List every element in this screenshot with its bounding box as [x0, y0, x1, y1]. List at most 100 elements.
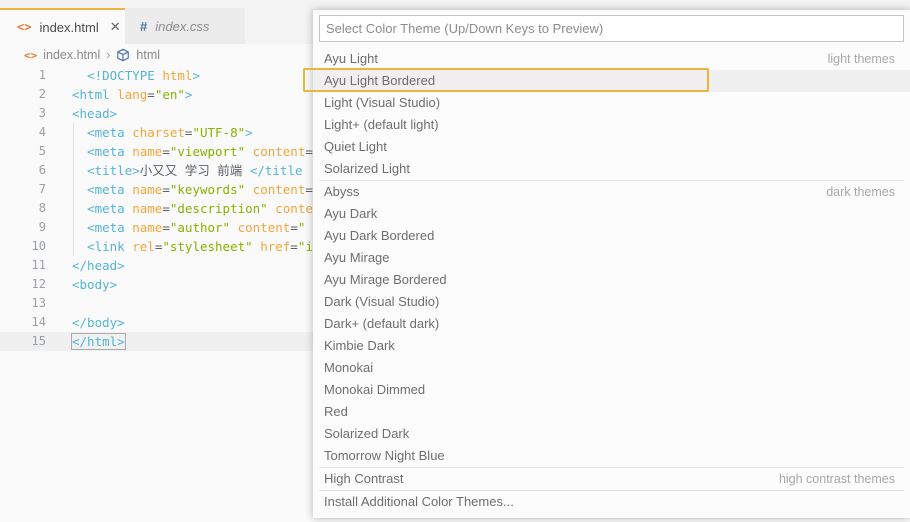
- code-text: <html lang="en">: [72, 85, 192, 104]
- theme-option[interactable]: Ayu Dark: [313, 203, 910, 225]
- code-token: charset: [132, 125, 185, 140]
- code-token: =: [162, 182, 170, 197]
- code-token: 小又又 学习 前端: [139, 163, 250, 178]
- code-token: conte: [275, 201, 313, 216]
- theme-search-input[interactable]: [319, 15, 904, 42]
- theme-option[interactable]: Monokai Dimmed: [313, 379, 910, 401]
- code-text: <meta name="keywords" content=: [72, 180, 313, 199]
- theme-option[interactable]: Solarized Light: [313, 158, 910, 180]
- theme-option-label: Dark+ (default dark): [324, 316, 440, 331]
- code-token: lang: [117, 87, 148, 102]
- code-text: <body>: [72, 275, 117, 294]
- code-text: <!DOCTYPE html>: [72, 66, 200, 85]
- code-token: <meta: [87, 201, 125, 216]
- color-theme-quick-pick: Ayu Light light themes Ayu Light Bordered L…: [313, 10, 910, 518]
- code-token: html: [162, 68, 193, 83]
- theme-option-label: Solarized Light: [324, 161, 410, 176]
- tab-index-html[interactable]: <> index.html ✕: [0, 8, 125, 44]
- theme-option-label: Ayu Mirage: [324, 250, 390, 265]
- code-token: <meta: [87, 220, 125, 235]
- theme-option-label: Monokai Dimmed: [324, 382, 426, 397]
- code-token: <!: [87, 68, 103, 83]
- code-token: <body>: [72, 277, 118, 292]
- theme-option[interactable]: Light+ (default light): [313, 114, 910, 136]
- theme-option[interactable]: Ayu Light Bordered: [313, 70, 910, 92]
- theme-option[interactable]: Kimbie Dark: [313, 335, 910, 357]
- theme-option-label: Solarized Dark: [324, 426, 410, 441]
- line-number: 14: [31, 315, 46, 329]
- close-icon[interactable]: ✕: [110, 19, 121, 35]
- code-token: <html: [72, 87, 110, 102]
- theme-option[interactable]: Tomorrow Night Blue: [313, 445, 910, 467]
- element-cube-icon: [117, 48, 130, 62]
- code-text: <title>小又又 学习 前端 </title: [72, 161, 303, 180]
- breadcrumb-file[interactable]: index.html: [43, 48, 100, 62]
- code-text: </html>: [71, 332, 126, 351]
- code-token: "en": [154, 87, 185, 102]
- theme-option[interactable]: Solarized Dark: [313, 423, 910, 445]
- theme-option[interactable]: Abyss dark themes: [313, 181, 910, 203]
- theme-option-label: Abyss: [324, 184, 360, 199]
- group-label: light themes: [827, 52, 895, 66]
- theme-option[interactable]: Dark (Visual Studio): [313, 291, 910, 313]
- code-token: =: [162, 144, 170, 159]
- line-number: 11: [31, 258, 46, 272]
- theme-option-label: Dark (Visual Studio): [324, 294, 440, 309]
- code-token: =: [162, 201, 170, 216]
- line-number: 10: [31, 239, 46, 253]
- breadcrumb-element[interactable]: html: [136, 48, 160, 62]
- code-token: name: [132, 220, 163, 235]
- theme-option[interactable]: Ayu Light light themes: [313, 48, 910, 70]
- code-token: "UTF-8": [192, 125, 246, 140]
- theme-option[interactable]: Red: [313, 401, 910, 423]
- code-token: name: [132, 201, 163, 216]
- line-number: 3: [38, 106, 46, 120]
- theme-option[interactable]: Quiet Light: [313, 136, 910, 158]
- code-token: </title: [249, 163, 303, 178]
- line-number: 7: [38, 182, 46, 196]
- html-file-icon: <>: [24, 48, 38, 62]
- theme-option-label: Ayu Mirage Bordered: [324, 272, 447, 287]
- line-number: 15: [31, 334, 46, 348]
- code-token: "keywords": [169, 182, 246, 197]
- theme-option-label: Ayu Dark: [324, 206, 378, 221]
- line-number: 12: [31, 277, 46, 291]
- theme-option-label: Install Additional Color Themes...: [324, 494, 514, 509]
- line-number: 1: [38, 68, 46, 82]
- code-token: >: [245, 125, 253, 140]
- theme-option-label: Red: [324, 404, 348, 419]
- css-file-icon: #: [140, 18, 148, 34]
- code-text: </head>: [72, 256, 125, 275]
- theme-option[interactable]: Dark+ (default dark): [313, 313, 910, 335]
- code-text: <meta name="viewport" content=: [72, 142, 313, 161]
- line-number: 8: [38, 201, 46, 215]
- code-token: >: [192, 68, 200, 83]
- theme-option-label: Ayu Light Bordered: [324, 73, 436, 88]
- code-text: <head>: [72, 104, 117, 123]
- theme-option[interactable]: Monokai: [313, 357, 910, 379]
- theme-option[interactable]: Ayu Mirage Bordered: [313, 269, 910, 291]
- theme-option[interactable]: Ayu Dark Bordered: [313, 225, 910, 247]
- tab-index-css[interactable]: # index.css: [125, 8, 245, 44]
- theme-option-label: Ayu Dark Bordered: [324, 228, 435, 243]
- code-token: =: [290, 220, 298, 235]
- code-token: "i: [297, 239, 313, 254]
- theme-option-label: Monokai: [324, 360, 374, 375]
- theme-option[interactable]: High Contrast high contrast themes: [313, 468, 910, 490]
- theme-option[interactable]: Light (Visual Studio): [313, 92, 910, 114]
- line-number: 6: [38, 163, 46, 177]
- theme-option-label: Ayu Light: [324, 51, 378, 66]
- theme-option[interactable]: Install Additional Color Themes...: [313, 491, 910, 513]
- code-text: <meta name="author" content=": [72, 218, 305, 237]
- chevron-right-icon: ›: [106, 48, 111, 62]
- theme-option[interactable]: Ayu Mirage: [313, 247, 910, 269]
- html-file-icon: <>: [17, 20, 32, 34]
- line-number: 2: [38, 87, 46, 101]
